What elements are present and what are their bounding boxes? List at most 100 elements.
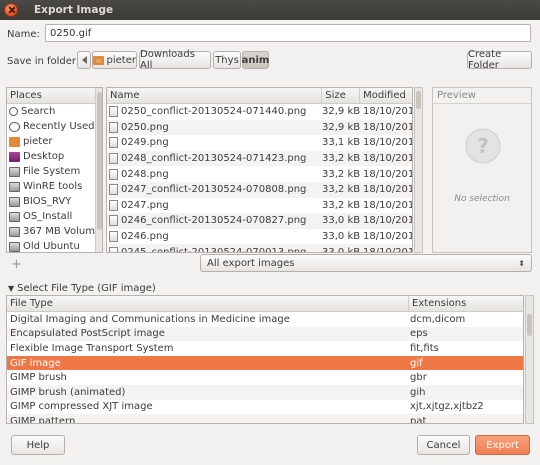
file-type-ext: gih	[410, 386, 426, 398]
file-name: 0246_conflict-20130524-070827.png	[121, 215, 307, 227]
file-type-row[interactable]: Encapsulated PostScript image eps	[7, 326, 523, 342]
place-item-oldubuntu[interactable]: Old Ubuntu	[7, 239, 95, 252]
help-button[interactable]: Help	[11, 435, 65, 455]
file-type-expander[interactable]: ▼ Select File Type (GIF image)	[8, 283, 156, 294]
file-name-cell: 0250.png	[107, 121, 322, 133]
file-type-scroll-thumb[interactable]	[527, 314, 532, 336]
file-type-row[interactable]: GIF image gif	[7, 355, 523, 371]
file-size: 33,0 kB	[322, 246, 361, 253]
image-file-icon	[109, 199, 118, 211]
place-label: 367 MB Volume	[23, 226, 95, 237]
place-item-filesystem[interactable]: File System	[7, 164, 95, 179]
cancel-button[interactable]: Cancel	[417, 435, 470, 455]
file-type-expander-label: Select File Type (GIF image)	[17, 283, 156, 294]
file-type-name: GIMP brush	[10, 372, 67, 384]
place-item-winre[interactable]: WinRE tools	[7, 179, 95, 194]
file-name-cell: 0247_conflict-20130524-070808.png	[107, 184, 322, 196]
window-title: Export Image	[34, 4, 114, 16]
file-name: 0247_conflict-20130524-070808.png	[121, 184, 307, 196]
clock-icon	[9, 121, 20, 132]
create-folder-button[interactable]: Create Folder	[467, 49, 532, 71]
title-bar: Export Image	[0, 0, 540, 20]
place-item-desktop[interactable]: Desktop	[7, 149, 95, 164]
path-back-button[interactable]	[77, 51, 91, 69]
file-row[interactable]: 0247_conflict-20130524-070808.png 33,2 kB…	[107, 181, 412, 198]
path-button-thys[interactable]: Thys	[213, 51, 241, 69]
file-modified: 18/10/2013	[363, 168, 412, 180]
file-type-row[interactable]: GIMP pattern pat	[7, 414, 523, 423]
file-name: 0250.png	[121, 121, 169, 133]
place-label: OS_Install	[23, 211, 73, 222]
places-scrollbar[interactable]	[95, 88, 102, 252]
file-list-scroll-thumb[interactable]	[416, 91, 421, 109]
place-item-volume[interactable]: 367 MB Volume	[7, 224, 95, 239]
file-size: 33,2 kB	[322, 184, 361, 196]
file-row[interactable]: 0248_conflict-20130524-071423.png 33,2 kB…	[107, 150, 412, 167]
path-label-home: pieter	[106, 54, 136, 66]
column-size[interactable]: Size	[322, 88, 361, 103]
file-type-scrollbar[interactable]	[525, 295, 534, 424]
file-size: 33,2 kB	[322, 153, 361, 165]
file-row[interactable]: 0247.png 33,2 kB18/10/2013	[107, 198, 412, 214]
file-modified: 18/10/2013	[363, 121, 412, 133]
file-row[interactable]: 0246_conflict-20130524-070827.png 33,0 kB…	[107, 213, 412, 229]
file-type-row[interactable]: GIMP compressed XJT image xjt,xjtgz,xjtbz…	[7, 400, 523, 415]
drive-icon	[9, 181, 20, 192]
path-button-home[interactable]: pieter	[92, 51, 137, 69]
file-name-cell: 0249.png	[107, 137, 322, 149]
place-item-recent[interactable]: Recently Used	[7, 119, 95, 134]
place-item-osinstall[interactable]: OS_Install	[7, 209, 95, 224]
file-row[interactable]: 0245_conflict-20130524-070013.png 33,0 kB…	[107, 244, 412, 253]
file-type-ext: gif	[410, 357, 423, 369]
path-button-anim[interactable]: anim	[242, 51, 269, 69]
filename-input[interactable]	[45, 24, 531, 42]
filter-value: All export images	[207, 257, 295, 269]
file-type-name: GIF image	[10, 357, 61, 369]
file-modified: 18/10/2013	[363, 106, 412, 118]
places-panel: Places Search Recently Used pieter Deskt…	[6, 87, 103, 253]
file-row[interactable]: 0250.png 32,9 kB18/10/2013	[107, 119, 412, 136]
file-name-cell: 0246.png	[107, 231, 322, 243]
place-item-search[interactable]: Search	[7, 104, 95, 119]
file-row[interactable]: 0250_conflict-20130524-071440.png 32,9 kB…	[107, 104, 412, 120]
file-list-scrollbar[interactable]	[414, 87, 423, 253]
file-row[interactable]: 0248.png 33,2 kB18/10/2013	[107, 166, 412, 182]
place-label: File System	[23, 166, 81, 177]
drive-icon	[9, 196, 20, 207]
column-extensions[interactable]: Extensions	[409, 296, 523, 311]
add-bookmark-button[interactable]: +	[11, 257, 22, 272]
places-header: Places	[7, 88, 102, 104]
updown-arrows-icon: ⬍	[518, 258, 525, 268]
file-type-row[interactable]: Flexible Image Transport System fit,fits	[7, 341, 523, 356]
place-item-bios[interactable]: BIOS_RVY	[7, 194, 95, 209]
file-type-name: Encapsulated PostScript image	[10, 328, 165, 340]
file-modified: 18/10/2013	[363, 199, 412, 211]
export-button[interactable]: Export	[475, 435, 530, 455]
file-type-row[interactable]: GIMP brush gbr	[7, 370, 523, 385]
place-item-home[interactable]: pieter	[7, 134, 95, 149]
home-folder-icon	[9, 136, 20, 147]
file-name: 0247.png	[121, 199, 169, 211]
file-type-row[interactable]: Digital Imaging and Communications in Me…	[7, 312, 523, 327]
file-row[interactable]: 0249.png 33,1 kB18/10/2013	[107, 135, 412, 151]
file-type-ext: xjt,xjtgz,xjtbz2	[410, 401, 484, 413]
file-type-name: Digital Imaging and Communications in Me…	[10, 313, 290, 325]
column-name[interactable]: Name	[107, 88, 323, 103]
save-in-label: Save in folder:	[7, 56, 80, 67]
search-icon	[9, 107, 18, 116]
close-icon[interactable]	[4, 3, 18, 17]
places-scroll-thumb[interactable]	[97, 92, 102, 230]
file-row[interactable]: 0246.png 33,0 kB18/10/2013	[107, 229, 412, 245]
path-button-downloads[interactable]: Downloads All	[139, 49, 211, 71]
file-type-row[interactable]: GIMP brush (animated) gih	[7, 384, 523, 400]
image-file-icon	[109, 106, 118, 118]
filter-select[interactable]: All export images ⬍	[200, 254, 532, 272]
file-size: 33,2 kB	[322, 199, 361, 211]
file-name: 0249.png	[121, 137, 169, 149]
file-modified: 18/10/2013	[363, 215, 412, 227]
file-size: 33,2 kB	[322, 168, 361, 180]
column-modified[interactable]: Modified	[360, 88, 412, 103]
file-type-table: File Type Extensions Digital Imaging and…	[6, 295, 524, 424]
path-label-downloads: Downloads All	[140, 49, 195, 71]
column-file-type[interactable]: File Type	[7, 296, 409, 311]
